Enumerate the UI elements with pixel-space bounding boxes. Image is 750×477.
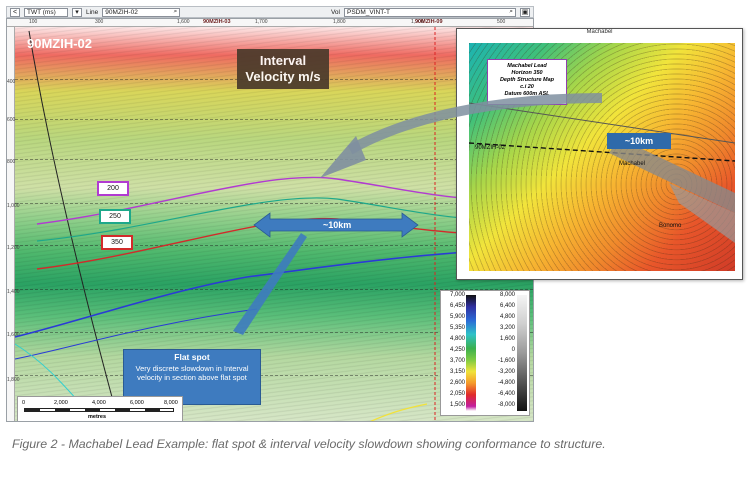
section-line-on-map (469, 142, 735, 162)
horizon-label-350: 350 (101, 235, 133, 250)
amplitude-colorbar (517, 295, 527, 411)
fault-zone (609, 138, 735, 213)
figure-caption: Figure 2 - Machabel Lead Example: flat s… (12, 437, 606, 451)
velocity-colorbar-label: 1,500 (449, 402, 465, 408)
velocity-colorbar-label: 2,050 (449, 391, 465, 397)
scale-number: 0 (22, 400, 26, 406)
fault-line (469, 102, 735, 144)
velocity-colorbar-label: 3,700 (449, 358, 465, 364)
amplitude-colorbar-label: -1,600 (497, 358, 515, 364)
amplitude-colorbar-label: -6,400 (497, 391, 515, 397)
velocity-colorbar-label: 2,600 (449, 380, 465, 386)
amplitude-colorbar-label: -3,200 (497, 369, 515, 375)
velocity-colorbar-label: 7,000 (449, 292, 465, 298)
map-bonomo-label: Bonomo (659, 223, 682, 229)
interval-velocity-title-line2: Velocity m/s (245, 69, 321, 84)
scale-unit: metres (88, 414, 107, 420)
velocity-colorbar-label: 3,150 (449, 369, 465, 375)
search-icon[interactable]: ⌕ (509, 8, 513, 16)
back-button[interactable]: < (10, 7, 20, 17)
horizon-label-200: 200 (97, 181, 129, 196)
scale-bar (24, 408, 174, 412)
settings-icon[interactable]: ▣ (520, 7, 530, 17)
velocity-colorbar (466, 295, 476, 411)
amplitude-colorbar-label: 8,000 (499, 292, 515, 298)
velocity-colorbar-label: 6,450 (449, 303, 465, 309)
distance-label: ~10km (323, 220, 352, 230)
velocity-colorbar-label: 5,350 (449, 325, 465, 331)
scale-number: 6,000 (130, 400, 144, 406)
vol-label: Vol (330, 8, 340, 16)
section-toolbar: < TWT (ms) ▾ Line 90MZIH-02 ⌕ Vol PSDM_V… (6, 6, 534, 18)
map-legend: Machabel Lead Horizon 350 Depth Structur… (487, 59, 567, 105)
map-legend-line: Horizon 350 (511, 70, 543, 76)
scale-number: 8,000 (164, 400, 178, 406)
scale-number: 2,000 (54, 400, 68, 406)
domain-select[interactable]: TWT (ms) (24, 7, 68, 17)
flat-spot-title: Flat spot (174, 352, 210, 362)
amplitude-colorbar-label: -4,800 (497, 380, 515, 386)
map-legend-line: c.i 20 (520, 84, 534, 90)
amplitude-colorbar-label: 4,800 (499, 314, 515, 320)
well-title: 90MZIH-02 (27, 36, 93, 51)
map-machabel-label: Machabel (619, 161, 646, 167)
search-icon[interactable]: ⌕ (174, 8, 178, 16)
flat-spot-description: Very discrete slowdown in Interval veloc… (135, 363, 249, 383)
amplitude-colorbar-label: 3,200 (499, 325, 515, 331)
interval-velocity-title: Interval Velocity m/s (237, 49, 329, 89)
map-legend-line: Datum 600m ASL (504, 91, 550, 97)
colorbar-panel: 7,000 6,450 5,900 5,350 4,800 4,250 3,700 3,150… (440, 290, 530, 416)
map-legend-line: Depth Structure Map (499, 77, 555, 83)
line-input[interactable]: 90MZIH-02 ⌕ (102, 7, 181, 17)
interval-velocity-title-line1: Interval (259, 53, 307, 68)
map-well-label: 90MZIH-02 (475, 145, 506, 151)
velocity-colorbar-label: 4,800 (449, 336, 465, 342)
yellow-horizon-line (370, 403, 428, 421)
well-trajectory-line (28, 30, 119, 421)
volume-input-value: PSDM_VINT-T (347, 8, 390, 16)
velocity-colorbar-label: 5,900 (449, 314, 465, 320)
inset-top-label: Machabel (586, 29, 613, 35)
amplitude-colorbar-label: 1,600 (499, 336, 515, 342)
horizon-label-250: 250 (99, 209, 131, 224)
flat-spot-pointer-arrow (233, 233, 307, 335)
scale-bar-panel: 0 2,000 4,000 6,000 8,000 metres (17, 396, 183, 421)
domain-select-value: TWT (ms) (27, 8, 56, 16)
amplitude-colorbar-label: 6,400 (499, 303, 515, 309)
chevron-down-icon[interactable]: ▾ (72, 7, 82, 17)
depth-structure-map: Machabel Lead Horizon 350 Depth Structur… (469, 43, 735, 271)
structure-map-inset: Machabel Machabel Lead Horizon 350 Depth… (456, 28, 743, 280)
line-input-value: 90MZIH-02 (105, 8, 138, 16)
line-label: Line (86, 8, 99, 16)
amplitude-colorbar-label: 0 (511, 347, 515, 353)
volume-input[interactable]: PSDM_VINT-T ⌕ (344, 7, 516, 17)
map-distance-label: ~10km (607, 133, 671, 149)
velocity-colorbar-label: 4,250 (449, 347, 465, 353)
map-legend-line: Machabel Lead (507, 63, 547, 69)
scale-number: 4,000 (92, 400, 106, 406)
amplitude-colorbar-label: -8,000 (497, 402, 515, 408)
